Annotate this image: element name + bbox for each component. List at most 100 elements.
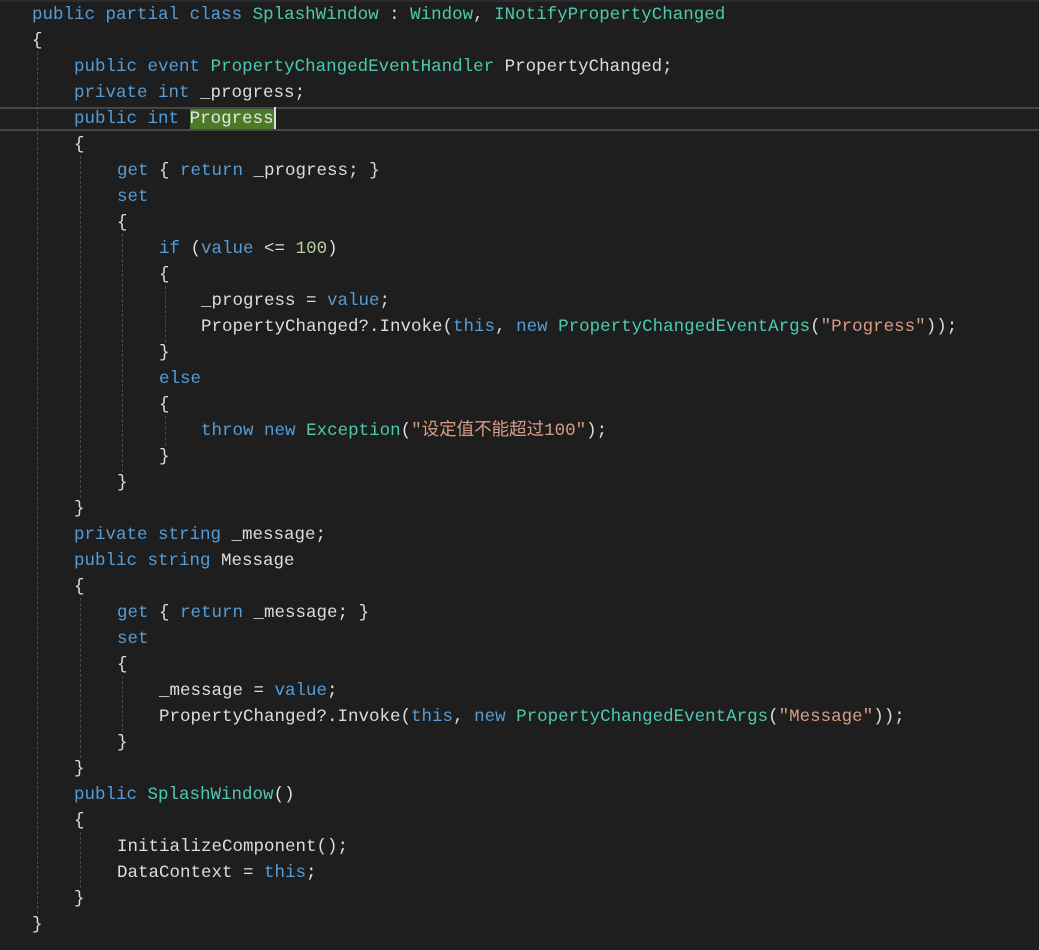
code-token: set <box>117 629 149 649</box>
code-token: new <box>516 317 548 337</box>
code-line[interactable]: public string Message <box>74 548 295 574</box>
code-line[interactable]: set <box>117 184 149 210</box>
code-token: return <box>180 161 244 181</box>
code-line[interactable]: { <box>32 28 43 54</box>
code-token: { <box>148 603 181 623</box>
code-token: { <box>117 213 128 233</box>
code-line[interactable]: { <box>159 262 170 288</box>
code-token: } <box>74 759 85 779</box>
code-line[interactable]: private int _progress; <box>74 80 305 106</box>
code-token: _progress; } <box>243 161 380 181</box>
code-token: private <box>74 525 148 545</box>
code-line[interactable]: if (value <= 100) <box>159 236 338 262</box>
code-token: string <box>158 525 222 545</box>
code-line[interactable]: get { return _message; } <box>117 600 369 626</box>
code-line[interactable]: { <box>117 210 128 236</box>
code-token: } <box>117 473 128 493</box>
code-line[interactable]: } <box>117 730 128 756</box>
code-line[interactable]: } <box>32 912 43 938</box>
code-token: { <box>74 577 85 597</box>
code-line[interactable]: } <box>74 496 85 522</box>
code-line[interactable]: { <box>117 652 128 678</box>
code-token: , <box>473 5 495 25</box>
code-line[interactable]: public partial class SplashWindow : Wind… <box>32 2 725 28</box>
code-line[interactable]: { <box>74 132 85 158</box>
code-token: , <box>453 707 475 727</box>
code-token: ( <box>400 421 412 441</box>
code-editor[interactable]: public partial class SplashWindow : Wind… <box>0 0 1039 950</box>
code-line[interactable]: _message = value; <box>159 678 338 704</box>
code-token: <= <box>253 239 296 259</box>
code-token: public <box>32 5 96 25</box>
code-token: public <box>74 551 138 571</box>
code-token: get <box>117 161 149 181</box>
code-line[interactable]: PropertyChanged?.Invoke(this, new Proper… <box>159 704 905 730</box>
code-token: ( <box>180 239 202 259</box>
code-line[interactable]: { <box>74 574 85 600</box>
code-line[interactable]: } <box>117 470 128 496</box>
code-line[interactable]: private string _message; <box>74 522 326 548</box>
code-token: value <box>201 239 254 259</box>
code-token: ( <box>810 317 821 337</box>
indent-guide <box>165 286 166 342</box>
code-token: )); <box>925 317 958 337</box>
code-token: } <box>32 915 43 935</box>
code-token: private <box>74 83 148 103</box>
code-line[interactable]: public event PropertyChangedEventHandler… <box>74 54 673 80</box>
code-line[interactable]: else <box>159 366 201 392</box>
code-line[interactable]: PropertyChanged?.Invoke(this, new Proper… <box>201 314 957 340</box>
code-token: ( <box>768 707 779 727</box>
indent-guide <box>122 676 123 732</box>
code-token: ; <box>327 681 338 701</box>
code-token: () <box>273 785 295 805</box>
code-line[interactable]: public SplashWindow() <box>74 782 295 808</box>
code-line[interactable]: throw new Exception("设定值不能超过100"); <box>201 418 607 444</box>
code-line[interactable]: } <box>74 756 85 782</box>
code-token: { <box>32 31 43 51</box>
code-token: public <box>74 109 138 129</box>
code-line[interactable]: } <box>159 444 170 470</box>
indent-guide <box>80 832 81 888</box>
code-line[interactable]: InitializeComponent(); <box>117 834 348 860</box>
code-token: _message; <box>221 525 327 545</box>
code-token: PropertyChanged?.Invoke( <box>159 707 412 727</box>
code-line[interactable]: { <box>159 392 170 418</box>
code-token: PropertyChangedEventArgs <box>558 317 811 337</box>
code-token: SplashWindow <box>147 785 274 805</box>
code-line[interactable]: DataContext = this; <box>117 860 317 886</box>
code-line[interactable]: set <box>117 626 149 652</box>
indent-guide <box>165 416 166 446</box>
code-token: ; <box>379 291 391 311</box>
code-line[interactable]: public int Progress <box>74 106 276 132</box>
code-token: new <box>264 421 296 441</box>
code-line[interactable]: get { return _progress; } <box>117 158 380 184</box>
code-token: Message <box>210 551 295 571</box>
code-token: INotifyPropertyChanged <box>494 5 726 25</box>
code-line[interactable]: } <box>74 886 85 912</box>
code-token: int <box>158 83 190 103</box>
code-token: InitializeComponent(); <box>117 837 349 857</box>
code-token: Window <box>410 5 474 25</box>
code-token: } <box>117 733 128 753</box>
code-token: value <box>274 681 328 701</box>
code-token: this <box>411 707 454 727</box>
code-line[interactable]: } <box>159 340 170 366</box>
code-token: partial <box>105 5 180 25</box>
code-token: PropertyChanged; <box>494 57 673 77</box>
code-token: PropertyChanged?.Invoke( <box>201 317 454 337</box>
code-line[interactable]: { <box>74 808 85 834</box>
code-token: new <box>474 707 506 727</box>
code-token: value <box>327 291 380 311</box>
indent-guide <box>122 234 123 472</box>
code-line[interactable]: _progress = value; <box>201 288 390 314</box>
